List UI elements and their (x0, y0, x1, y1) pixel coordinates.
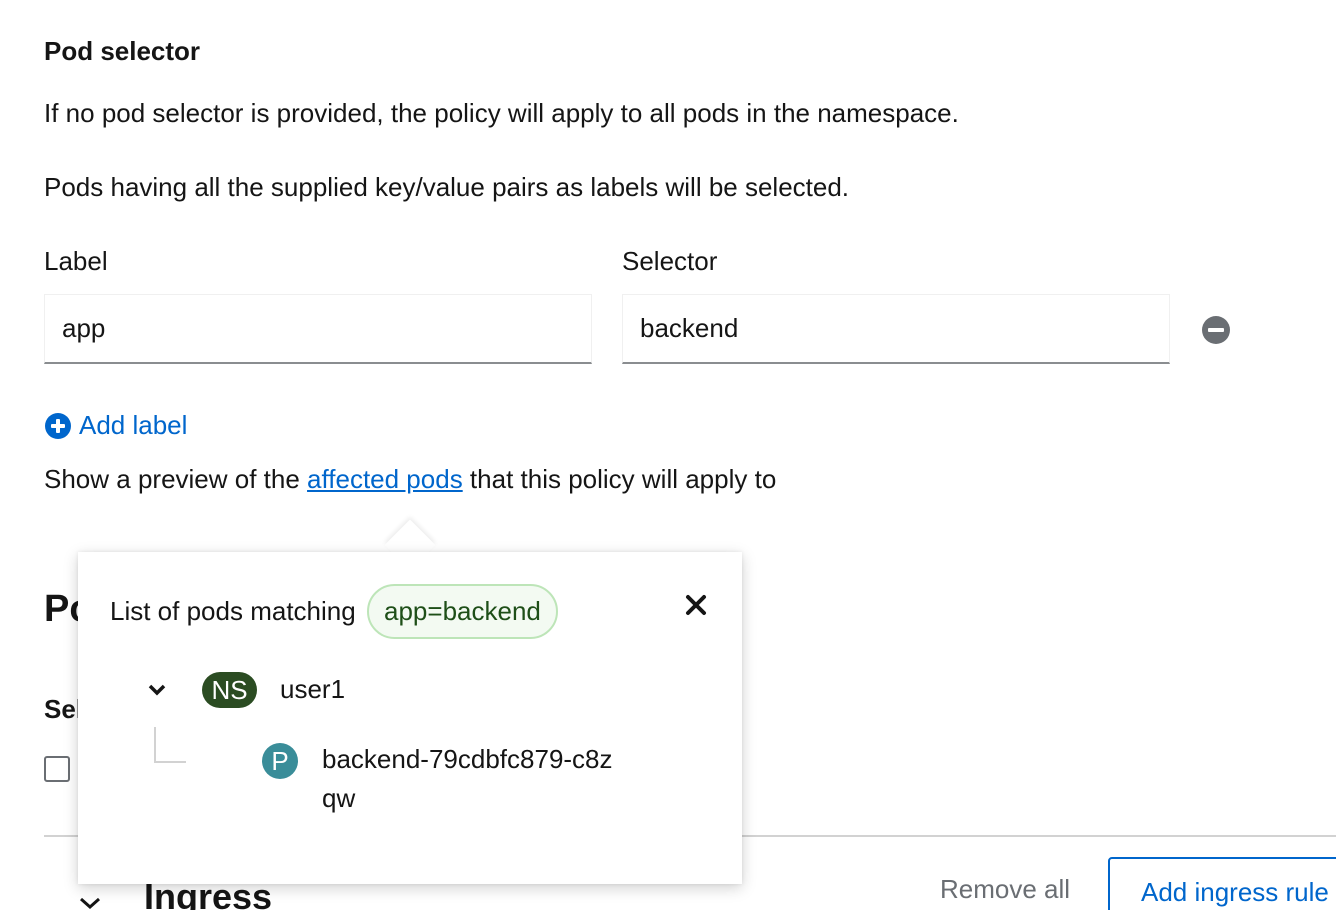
plus-circle-icon (45, 412, 71, 439)
chevron-down-icon[interactable] (78, 896, 102, 910)
selector-label-chip: app=backend (367, 584, 558, 639)
add-label-text: Add label (79, 410, 188, 440)
pod-badge: P (262, 743, 298, 779)
tree-connector (154, 727, 156, 763)
namespace-name: user1 (280, 674, 346, 704)
pod-selector-description: Pods having all the supplied key/value p… (44, 172, 850, 202)
label-value-input[interactable] (622, 294, 1170, 364)
popover-arrow-cover (370, 552, 450, 574)
tree-connector-horizontal (154, 761, 186, 763)
label-field-label: Label (44, 246, 108, 276)
add-label-button[interactable]: Add label (44, 410, 187, 441)
close-icon[interactable] (684, 593, 708, 617)
minus-circle-icon[interactable] (1200, 314, 1232, 346)
popover-title: List of pods matching (110, 596, 356, 626)
pod-selector-title: Pod selector (44, 36, 201, 66)
namespace-badge: NS (202, 672, 257, 708)
add-ingress-rule-button[interactable]: Add ingress rule (1108, 857, 1336, 910)
pod-selector-help-text: If no pod selector is provided, the poli… (44, 98, 959, 128)
chevron-down-icon[interactable] (148, 684, 166, 696)
remove-all-button[interactable]: Remove all (940, 874, 1070, 905)
preview-text: Show a preview of the affected pods that… (44, 464, 777, 494)
pod-name: backend-79cdbfc879-c8zqw (322, 744, 613, 813)
selector-field-label: Selector (622, 246, 718, 276)
affected-pods-link[interactable]: affected pods (307, 464, 463, 494)
policy-type-checkbox[interactable] (44, 756, 70, 782)
label-key-input[interactable] (44, 294, 592, 364)
